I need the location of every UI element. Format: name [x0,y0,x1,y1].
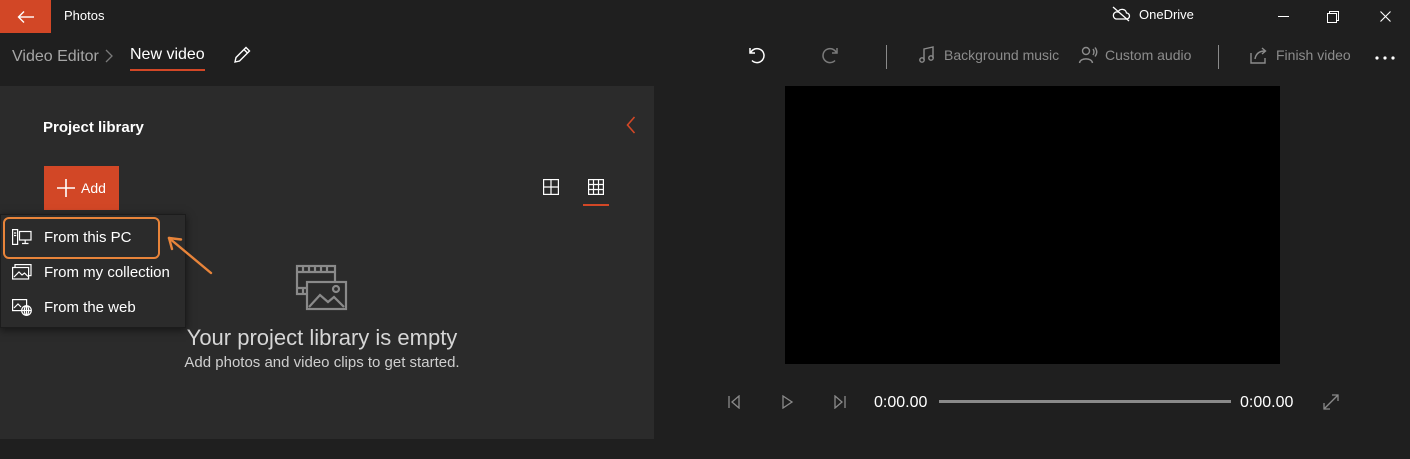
small-thumbnail-view-button[interactable] [583,176,609,206]
pc-icon [12,229,32,245]
onedrive-status[interactable]: OneDrive [1111,6,1194,22]
app-title: Photos [64,8,105,23]
total-time: 0:00.00 [1240,394,1294,411]
music-note-icon [919,46,934,63]
onedrive-off-icon [1112,6,1131,22]
collapse-library-button[interactable] [620,114,642,136]
custom-audio-button[interactable]: Custom audio [1078,45,1191,65]
fullscreen-button[interactable] [1322,393,1340,411]
redo-icon [822,47,838,64]
current-time: 0:00.00 [874,394,928,411]
fullscreen-icon [1323,394,1339,410]
chevron-left-icon [626,116,636,134]
playback-progress-bar[interactable] [939,400,1231,403]
more-options-button[interactable] [1370,45,1400,71]
empty-library-subtitle: Add photos and video clips to get starte… [184,354,460,371]
share-icon [1250,47,1267,64]
project-library-title: Project library [43,119,144,136]
next-frame-button[interactable] [831,393,849,411]
large-grid-icon [543,179,559,195]
previous-frame-icon [728,395,740,409]
add-label: Add [81,180,106,196]
toolbar-divider [1218,45,1219,69]
plus-icon [57,179,76,197]
custom-audio-label: Custom audio [1105,47,1192,63]
maximize-button[interactable] [1310,0,1356,33]
toolbar: Video Editor New video Background music … [0,33,1410,85]
redo-button[interactable] [818,42,844,68]
minimize-icon [1277,16,1289,17]
menu-item-label: From this PC [44,229,132,246]
play-button[interactable] [778,393,796,411]
menu-item-label: From my collection [44,264,170,281]
pencil-icon [234,46,251,63]
more-icon [1375,56,1395,60]
back-arrow-icon [17,10,34,23]
close-button[interactable] [1362,0,1408,33]
empty-media-icon [295,264,349,312]
breadcrumb-video-editor[interactable]: Video Editor [12,48,99,66]
collection-icon [12,264,32,280]
minimize-button[interactable] [1260,0,1306,33]
web-icon [12,299,32,316]
onedrive-label: OneDrive [1139,6,1194,22]
previous-frame-button[interactable] [725,393,743,411]
back-button[interactable] [0,0,51,33]
callout-arrow-icon [167,236,213,275]
person-audio-icon [1078,46,1098,64]
maximize-icon [1327,10,1339,23]
close-icon [1379,11,1391,22]
title-bar: Photos OneDrive [0,0,1410,33]
background-music-button[interactable]: Background music [917,45,1059,65]
empty-library-title: Your project library is empty [186,325,458,350]
add-button[interactable]: Add [44,166,119,210]
chevron-right-icon [104,48,114,64]
undo-icon [749,47,765,64]
undo-button[interactable] [743,42,769,68]
rename-button[interactable] [230,43,254,67]
next-frame-icon [834,395,846,409]
breadcrumb-new-video[interactable]: New video [130,46,205,71]
video-preview[interactable] [785,86,1280,364]
menu-item-label: From the web [44,299,136,316]
add-dropdown-menu: From this PC From my collection From the… [0,214,186,328]
background-music-label: Background music [944,47,1060,63]
finish-video-label: Finish video [1276,47,1351,63]
toolbar-divider [886,45,887,69]
menu-item-from-the-web[interactable]: From the web [1,290,187,325]
finish-video-button[interactable]: Finish video [1249,45,1351,65]
play-icon [782,395,794,409]
large-thumbnail-view-button[interactable] [538,176,564,206]
small-grid-icon [588,179,604,195]
